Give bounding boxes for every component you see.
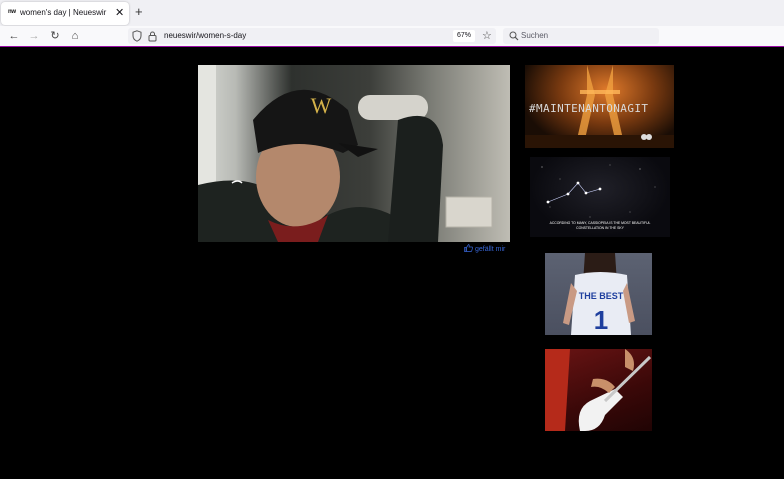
search-icon: [509, 31, 519, 41]
tab-title: women's day | Neueswir: [20, 8, 107, 17]
thumbnail-hashtag-text: #MAINTENANTONAGIT: [529, 102, 649, 115]
site-favicon-icon: nw: [8, 9, 16, 15]
like-label: gefällt mir: [475, 246, 506, 253]
navigation-bar: ← → ↻ ⌂ neueswir/women-s-day 67% ☆ Suche…: [0, 26, 784, 47]
jersey-number: 1: [594, 305, 608, 335]
thumbnail-guitar[interactable]: [545, 349, 652, 431]
back-icon[interactable]: ←: [6, 28, 22, 44]
tab-bar: nw women's day | Neueswir ✕ +: [0, 0, 784, 26]
tab-close-icon[interactable]: ✕: [115, 6, 124, 20]
jersey-image: THE BEST 1: [563, 253, 635, 335]
url-text[interactable]: neueswir/women-s-day: [164, 31, 246, 40]
search-placeholder: Suchen: [521, 31, 549, 40]
jersey-text: THE BEST: [579, 291, 624, 301]
thumbnail-the-best-jersey[interactable]: THE BEST 1: [545, 253, 652, 335]
thumbs-up-icon: [464, 244, 473, 252]
like-button[interactable]: gefällt mir: [464, 244, 505, 253]
search-field[interactable]: Suchen: [503, 28, 659, 44]
guitar-image: [545, 349, 652, 431]
zoom-level-badge[interactable]: 67%: [453, 30, 475, 42]
tracking-protection-shield-icon[interactable]: [132, 30, 142, 42]
thumbnail-eiffel-tower[interactable]: #MAINTENANTONAGIT: [525, 65, 674, 148]
address-bar[interactable]: neueswir/women-s-day 67% ☆: [128, 28, 496, 44]
thumbnail-caption: ACCORDING TO MANY, CASSIOPEIA IS THE MOS…: [549, 221, 651, 230]
video-frame-image: W: [198, 65, 493, 242]
svg-text:W: W: [311, 93, 332, 118]
tab-womens-day[interactable]: nw women's day | Neueswir ✕: [1, 2, 129, 25]
thumbnail-cassiopeia[interactable]: ACCORDING TO MANY, CASSIOPEIA IS THE MOS…: [530, 157, 670, 237]
page-content: W gefällt mir #MAINTENANTONAGIT ACCORDIN…: [0, 47, 784, 479]
bookmark-star-icon[interactable]: ☆: [482, 29, 492, 43]
reload-icon[interactable]: ↻: [47, 28, 63, 44]
new-tab-icon[interactable]: +: [135, 5, 143, 19]
home-icon[interactable]: ⌂: [67, 28, 83, 44]
browser-chrome: nw women's day | Neueswir ✕ + ← → ↻ ⌂ ne…: [0, 0, 784, 47]
forward-icon[interactable]: →: [26, 28, 42, 44]
lock-icon[interactable]: [148, 31, 157, 42]
main-video-player[interactable]: W: [198, 65, 510, 242]
